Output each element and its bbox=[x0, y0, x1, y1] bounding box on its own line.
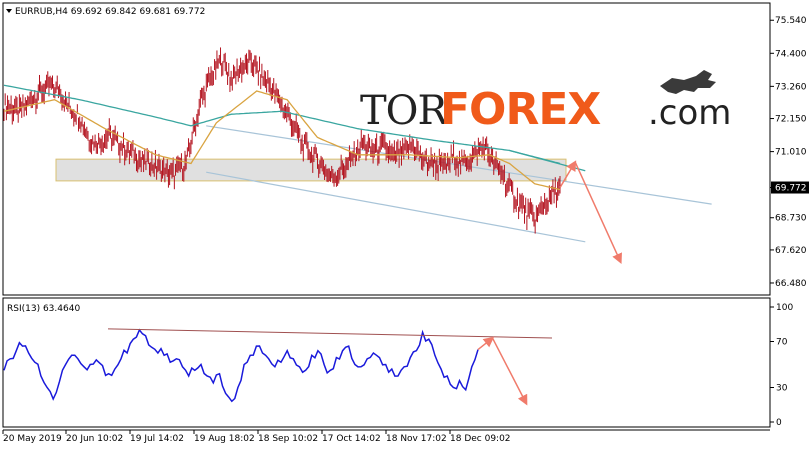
time-tick-label: 20 May 2019 bbox=[3, 434, 62, 444]
time-tick-label: 17 Oct 14:02 bbox=[322, 434, 381, 444]
price-tick-label: 74.400 bbox=[775, 49, 807, 59]
rsi-title: RSI(13) 63.4640 bbox=[7, 304, 80, 314]
logo-com-text: .com bbox=[648, 93, 731, 133]
rsi-tick-label: 0 bbox=[776, 418, 782, 428]
time-axis-ticks: 20 May 2019 20 Jun 10:02 19 Jul 14:02 19 Au… bbox=[2, 430, 511, 444]
rsi-tick-label: 30 bbox=[776, 384, 788, 394]
symbol-title: EURRUB,H4 69.692 69.842 69.681 69.772 bbox=[15, 7, 205, 17]
price-tick-label: 71.010 bbox=[775, 148, 807, 158]
chart-canvas: 75.540 74.400 73.260 72.150 71.010 69.772 68.7… bbox=[2, 2, 809, 444]
logo-tor-text: TOR bbox=[360, 88, 449, 134]
price-tick-label: 67.620 bbox=[775, 246, 807, 256]
time-tick-label: 19 Aug 18:02 bbox=[194, 434, 255, 444]
rsi-tick-label: 100 bbox=[776, 303, 793, 313]
time-tick-label: 19 Jul 14:02 bbox=[130, 434, 184, 444]
price-tick-label: 66.480 bbox=[775, 279, 807, 289]
price-tick-label: 68.730 bbox=[775, 214, 807, 224]
current-price-label: 69.772 bbox=[775, 184, 807, 194]
time-tick-label: 18 Dec 09:02 bbox=[450, 434, 511, 444]
rsi-panel bbox=[2, 297, 771, 428]
price-tick-label: 73.260 bbox=[775, 82, 807, 92]
rsi-axis-ticks: 100 70 30 0 bbox=[770, 303, 793, 428]
time-tick-label: 20 Jun 10:02 bbox=[66, 434, 123, 444]
time-tick-label: 18 Sep 10:02 bbox=[258, 434, 318, 444]
price-tick-label: 75.540 bbox=[775, 16, 807, 26]
time-tick-label: 18 Nov 17:02 bbox=[386, 434, 447, 444]
rsi-tick-label: 70 bbox=[776, 338, 788, 348]
price-axis-ticks: 75.540 74.400 73.260 72.150 71.010 69.772 68.7… bbox=[770, 16, 809, 289]
logo-forex-text: FOREX bbox=[440, 84, 601, 135]
price-tick-label: 72.150 bbox=[775, 115, 807, 125]
